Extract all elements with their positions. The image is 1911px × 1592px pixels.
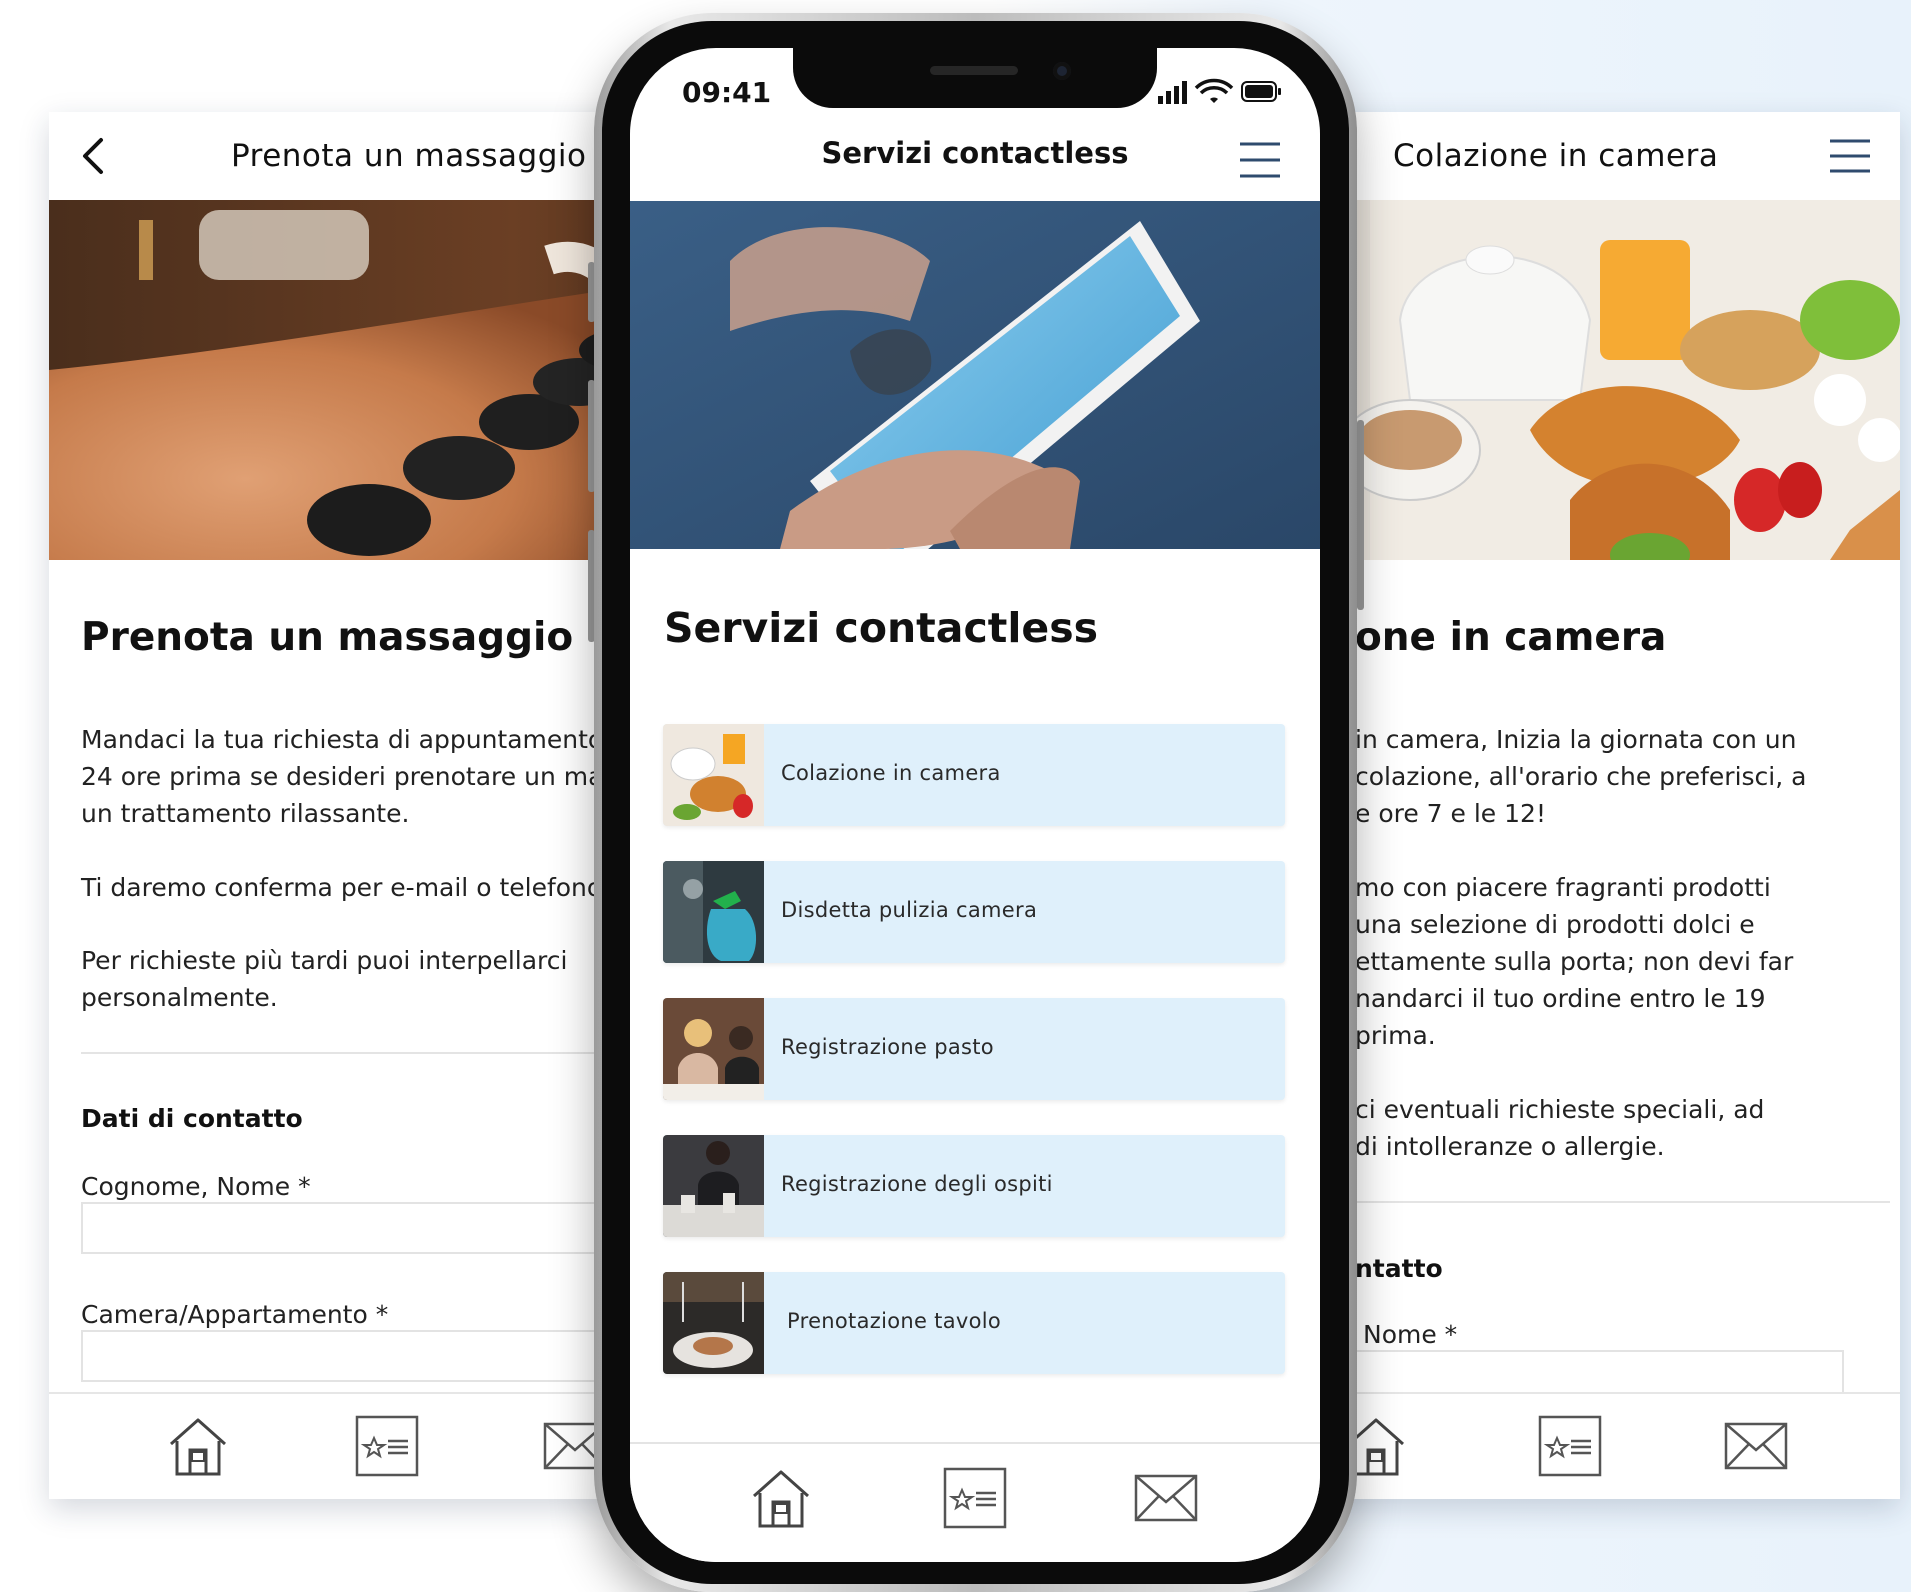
list-item-label: Disdetta pulizia camera [781,898,1038,922]
page-heading: Servizi contactless [664,604,1099,652]
wifi-icon [1194,78,1234,103]
mail-icon[interactable] [1723,1414,1789,1478]
home-icon[interactable] [748,1466,814,1530]
bottom-tab-bar [630,1442,1320,1562]
list-item-label: Colazione in camera [781,761,1001,785]
status-time: 09:41 [682,76,772,109]
contact-section-title: Dati di contatto [81,1104,303,1133]
breakfast-thumbnail [663,724,764,826]
header-title: Colazione in camera [1393,138,1719,174]
smartphone-in-hands-image [630,201,1320,549]
earpiece-speaker [930,66,1018,75]
restaurant-table-thumbnail [663,1272,764,1374]
star-list-icon[interactable] [354,1414,420,1478]
list-item-label: Prenotazione tavolo [787,1309,1002,1333]
divider [1350,1201,1890,1203]
list-item-breakfast-in-room[interactable]: Colazione in camera [663,724,1285,826]
dining-couple-thumbnail [663,998,764,1100]
page-heading: Prenota un massaggio [81,615,574,660]
star-list-icon[interactable] [1537,1414,1603,1478]
contact-section-title: ntatto [1355,1254,1443,1283]
phone-notch [793,48,1157,108]
star-list-icon[interactable] [942,1466,1008,1530]
late-request-paragraph: Per richieste più tardi puoi interpellar… [81,946,568,1012]
list-item-label: Registrazione degli ospiti [781,1172,1053,1196]
header-title: Prenota un massaggio [231,138,587,174]
list-item-meal-registration[interactable]: Registrazione pasto [663,998,1285,1100]
room-field-label: Camera/Appartamento * [81,1300,389,1329]
cafe-table-thumbnail [663,1135,764,1237]
home-icon[interactable] [165,1414,231,1478]
status-icons [1158,78,1281,104]
name-field-label: Nome * [1363,1320,1458,1349]
list-item-guest-registration[interactable]: Registrazione degli ospiti [663,1135,1285,1237]
chevron-left-icon[interactable] [73,134,117,178]
front-camera [1053,62,1071,80]
list-item-table-reservation[interactable]: Prenotazione tavolo [663,1272,1285,1374]
battery-icon [1241,81,1281,102]
name-field-label: Cognome, Nome * [81,1172,311,1201]
power-button [1357,420,1364,610]
page-heading: one in camera [1355,615,1667,660]
list-item-cancel-room-cleaning[interactable]: Disdetta pulizia camera [663,861,1285,963]
cleaning-spray-thumbnail [663,861,764,963]
products-paragraph: mo con piacere fragranti prodotti una se… [1355,873,1794,1050]
signal-icon [1158,81,1187,104]
list-item-label: Registrazione pasto [781,1035,994,1059]
intro-paragraph: in camera, Inizia la giornata con un col… [1355,725,1807,828]
mail-icon[interactable] [1133,1466,1199,1530]
requests-paragraph: ci eventuali richieste speciali, ad di i… [1355,1095,1765,1161]
header-title: Servizi contactless [821,136,1129,170]
hamburger-menu-icon[interactable] [1830,138,1870,174]
contactless-services-screen: 09:41 Servizi contactless Servizi contac… [630,48,1320,1562]
hamburger-menu-icon[interactable] [1240,140,1280,180]
